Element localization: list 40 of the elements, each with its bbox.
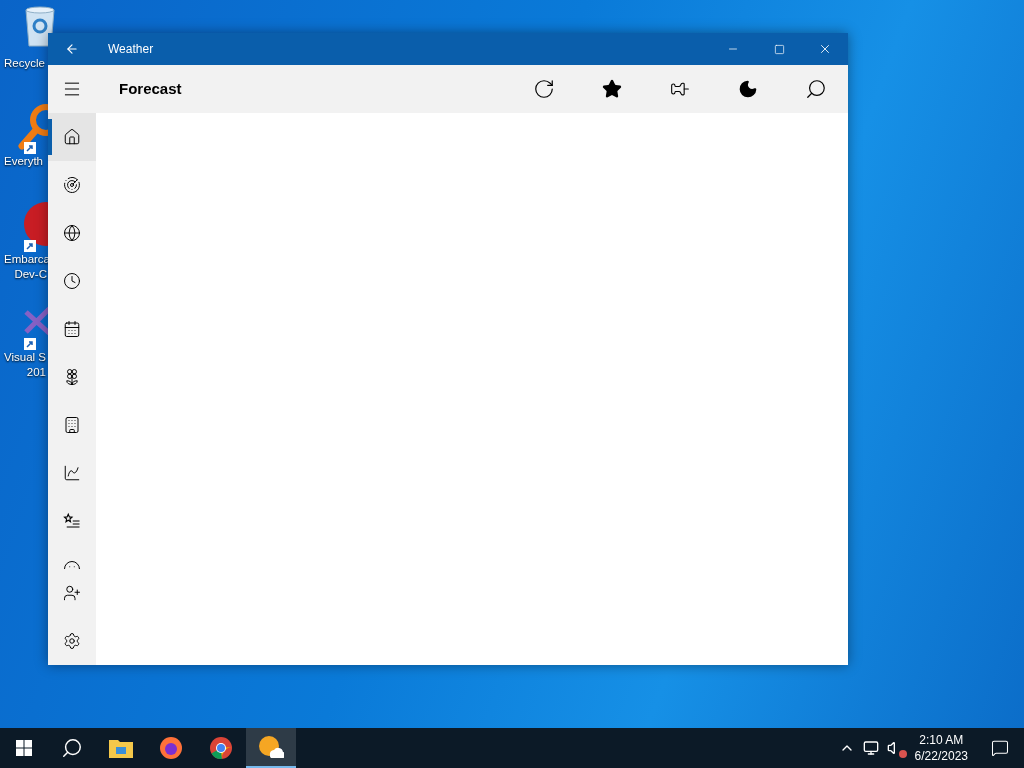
search-icon [61, 737, 83, 759]
maximize-icon [773, 43, 785, 55]
clock-icon [63, 272, 81, 290]
add-person-icon [63, 584, 81, 602]
selection-indicator [48, 119, 52, 155]
building-icon [63, 416, 81, 434]
windows-logo-icon [16, 740, 32, 756]
desktop-icon-label[interactable]: Visual S 201 [4, 350, 46, 380]
back-icon [65, 42, 79, 56]
fox-browser-icon [159, 736, 183, 760]
chart-icon [63, 464, 81, 482]
desktop-icon-label[interactable]: Everyth [4, 154, 43, 169]
close-icon [818, 42, 832, 56]
page-title: Forecast [119, 78, 182, 99]
star-list-icon [63, 512, 81, 530]
calendar-icon [63, 320, 81, 338]
shortcut-arrow-icon [24, 142, 36, 154]
desktop-icon-label[interactable]: Recycle [4, 56, 45, 71]
chrome-browser-icon [209, 736, 233, 760]
muted-badge [898, 750, 907, 758]
shortcut-arrow-icon [24, 240, 36, 252]
home-icon [63, 128, 81, 146]
network-icon[interactable] [862, 740, 879, 756]
clock-date[interactable]: 6/22/2023 [914, 748, 968, 764]
taskbar-app[interactable] [246, 728, 296, 768]
sidebar-item[interactable] [48, 113, 96, 161]
moon-icon [738, 79, 758, 99]
search-icon [805, 78, 827, 100]
notifications-icon [991, 739, 1009, 757]
folder-icon [109, 738, 133, 758]
refresh-icon [533, 78, 555, 100]
clock-time[interactable]: 2:10 AM [919, 732, 964, 748]
sun-cloud-icon [258, 735, 284, 759]
star-icon [602, 79, 622, 99]
shortcut-arrow-icon [24, 338, 36, 350]
settings-icon [63, 632, 81, 650]
globe-icon [63, 224, 81, 242]
window-title: Weather [108, 41, 154, 58]
flower-icon [63, 368, 81, 386]
radar-icon [63, 176, 81, 194]
